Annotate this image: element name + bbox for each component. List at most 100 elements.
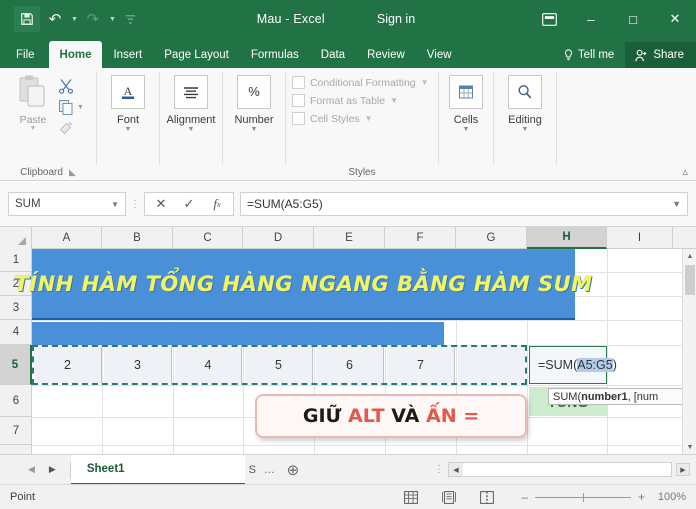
- format-as-table-button[interactable]: Format as Table ▼: [292, 94, 429, 107]
- formula-input[interactable]: =SUM(A5:G5) ▼: [240, 192, 688, 216]
- ribbon-display-options-icon[interactable]: [528, 0, 570, 38]
- share-button[interactable]: Share: [625, 42, 696, 68]
- formula-bar-grip[interactable]: ⋮: [126, 199, 144, 210]
- insert-function-icon[interactable]: fx: [203, 193, 231, 215]
- cells-button[interactable]: Cells ▼: [439, 68, 493, 134]
- zoom-percentage[interactable]: 100%: [652, 491, 686, 503]
- select-all-corner[interactable]: [0, 227, 32, 249]
- paste-button[interactable]: Paste ▼: [8, 74, 58, 137]
- cell-b5[interactable]: 3: [104, 347, 172, 383]
- column-header-d[interactable]: D: [243, 227, 314, 249]
- row-header-7[interactable]: 7: [0, 417, 32, 445]
- previous-sheet-icon[interactable]: ◀: [28, 464, 35, 475]
- name-box[interactable]: SUM ▼: [8, 192, 126, 216]
- scroll-right-icon[interactable]: ▶: [676, 463, 690, 476]
- format-painter-button[interactable]: [58, 119, 84, 137]
- font-button[interactable]: A Font ▼: [97, 68, 159, 134]
- redo-dropdown-icon[interactable]: ▼: [109, 16, 116, 23]
- cell-styles-button[interactable]: Cell Styles ▼: [292, 112, 429, 125]
- cell-e5[interactable]: 6: [316, 347, 384, 383]
- customize-qat-icon[interactable]: [118, 6, 144, 32]
- scroll-down-icon[interactable]: ▼: [683, 440, 696, 454]
- cell-c5[interactable]: 4: [175, 347, 242, 383]
- redo-icon[interactable]: ↷: [80, 6, 106, 32]
- minimize-button[interactable]: –: [570, 0, 612, 38]
- tab-review[interactable]: Review: [356, 42, 416, 68]
- copy-button[interactable]: ▼: [58, 98, 84, 116]
- close-button[interactable]: ✕: [654, 0, 696, 38]
- column-header-e[interactable]: E: [314, 227, 385, 249]
- sheet-scroll-hint[interactable]: S: [245, 464, 260, 476]
- number-dropdown-icon[interactable]: ▼: [251, 126, 258, 134]
- tab-data[interactable]: Data: [310, 42, 356, 68]
- vertical-scroll-thumb[interactable]: [685, 265, 695, 295]
- horizontal-scrollbar[interactable]: ◀: [448, 462, 672, 477]
- zoom-in-button[interactable]: +: [638, 490, 645, 504]
- clipboard-dialog-launcher-icon[interactable]: ◣: [69, 167, 76, 178]
- column-header-i[interactable]: I: [607, 227, 673, 249]
- format-as-table-dropdown-icon[interactable]: ▼: [390, 96, 398, 105]
- sheet-tab-blank[interactable]: [140, 454, 245, 485]
- editing-dropdown-icon[interactable]: ▼: [522, 126, 529, 134]
- tab-view[interactable]: View: [416, 42, 463, 68]
- paste-dropdown-icon[interactable]: ▼: [30, 125, 37, 132]
- tab-page-layout[interactable]: Page Layout: [153, 42, 240, 68]
- conditional-formatting-button[interactable]: Conditional Formatting ▼: [292, 76, 429, 89]
- sign-in-link[interactable]: Sign in: [377, 12, 415, 26]
- conditional-formatting-dropdown-icon[interactable]: ▼: [421, 78, 429, 87]
- maximize-button[interactable]: □: [612, 0, 654, 38]
- row-header-4[interactable]: 4: [0, 320, 32, 345]
- row-header-1[interactable]: 1: [0, 249, 32, 272]
- tab-home[interactable]: Home: [48, 41, 103, 68]
- title-banner[interactable]: TÍNH HÀM TỔNG HÀNG NGANG BẰNG HÀM SUM: [14, 249, 592, 320]
- font-dropdown-icon[interactable]: ▼: [125, 126, 132, 134]
- sheet-tab-sheet1[interactable]: Sheet1: [70, 454, 141, 485]
- column-header-g[interactable]: G: [456, 227, 527, 249]
- undo-icon[interactable]: ↶: [42, 6, 68, 32]
- tell-me-box[interactable]: Tell me: [553, 42, 625, 68]
- cell-f5[interactable]: 7: [387, 347, 455, 383]
- normal-view-icon[interactable]: [403, 490, 419, 504]
- collapse-ribbon-icon[interactable]: ▵: [682, 165, 688, 178]
- page-layout-icon[interactable]: [441, 490, 457, 504]
- editing-button[interactable]: Editing ▼: [494, 68, 556, 134]
- active-cell-h5[interactable]: =SUM(A5:G5): [529, 346, 617, 384]
- enter-icon[interactable]: ✓: [175, 193, 203, 215]
- scroll-left-icon[interactable]: ◀: [449, 463, 463, 476]
- column-header-c[interactable]: C: [173, 227, 243, 249]
- cut-button[interactable]: [58, 77, 84, 95]
- column-header-f[interactable]: F: [385, 227, 456, 249]
- alignment-button[interactable]: Alignment ▼: [160, 68, 222, 134]
- cell-a5[interactable]: 2: [34, 347, 102, 383]
- save-icon[interactable]: [14, 6, 40, 32]
- tab-formulas[interactable]: Formulas: [240, 42, 310, 68]
- row-header-3[interactable]: 3: [0, 296, 32, 320]
- cell-d5[interactable]: 5: [245, 347, 313, 383]
- scroll-up-icon[interactable]: ▲: [683, 249, 696, 263]
- undo-dropdown-icon[interactable]: ▼: [71, 16, 78, 23]
- number-button[interactable]: % Number ▼: [223, 68, 285, 134]
- cancel-icon[interactable]: ✕: [147, 193, 175, 215]
- horizontal-scroll-track[interactable]: [463, 463, 671, 476]
- column-header-b[interactable]: B: [102, 227, 173, 249]
- column-header-a[interactable]: A: [32, 227, 102, 249]
- cell-g5[interactable]: [458, 347, 525, 383]
- formula-bar-expand-icon[interactable]: ▼: [672, 199, 681, 209]
- next-sheet-icon[interactable]: ▶: [49, 464, 56, 475]
- row-header-5[interactable]: 5: [0, 345, 32, 385]
- column-header-h[interactable]: H: [527, 227, 607, 249]
- cell-styles-dropdown-icon[interactable]: ▼: [365, 114, 373, 123]
- add-sheet-icon[interactable]: ⊕: [280, 461, 306, 479]
- copy-dropdown-icon[interactable]: ▼: [77, 104, 84, 111]
- zoom-out-button[interactable]: –: [521, 490, 528, 504]
- zoom-slider[interactable]: [534, 492, 631, 502]
- alignment-dropdown-icon[interactable]: ▼: [188, 126, 195, 134]
- vertical-scrollbar[interactable]: ▲ ▼: [682, 249, 696, 454]
- name-box-dropdown-icon[interactable]: ▼: [111, 200, 119, 209]
- sheet-overflow-icon[interactable]: …: [260, 464, 280, 476]
- tab-insert[interactable]: Insert: [102, 42, 153, 68]
- scrollbar-grip-icon[interactable]: ⋮: [434, 464, 444, 475]
- cells-dropdown-icon[interactable]: ▼: [463, 126, 470, 134]
- page-break-preview-icon[interactable]: [479, 490, 495, 504]
- tab-file[interactable]: File: [0, 42, 49, 68]
